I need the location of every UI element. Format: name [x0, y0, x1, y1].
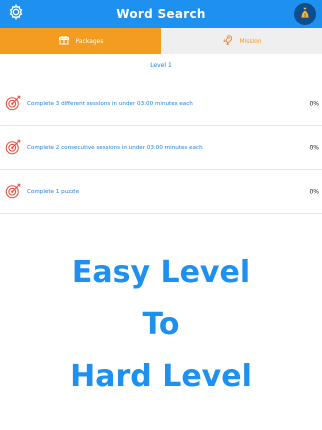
money-bag-icon: $: [298, 5, 312, 24]
tab-mission-label: Mission: [239, 37, 262, 45]
rocket-icon: [221, 34, 233, 48]
mission-item: Complete 1 puzzle 0%: [0, 170, 322, 214]
mission-item: Complete 2 consecutive sessions in under…: [0, 126, 322, 170]
mission-progress: 0%: [309, 100, 319, 107]
mission-item: Complete 3 different sessions in under 0…: [0, 82, 322, 126]
svg-text:$: $: [304, 12, 307, 17]
promo-line-2: To: [142, 307, 180, 342]
tab-packages-label: Packages: [75, 37, 104, 45]
target-icon: [4, 94, 22, 112]
mission-list: Complete 3 different sessions in under 0…: [0, 82, 322, 214]
mission-text: Complete 3 different sessions in under 0…: [27, 100, 193, 107]
top-bar: Word Search $: [0, 0, 322, 28]
target-icon: [4, 138, 22, 156]
settings-button[interactable]: [6, 3, 26, 24]
mission-text: Complete 2 consecutive sessions in under…: [27, 144, 203, 151]
mission-progress: 0%: [309, 144, 319, 151]
mission-text: Complete 1 puzzle: [27, 188, 80, 195]
gift-icon: [58, 34, 70, 48]
level-label: Level 1: [150, 62, 172, 69]
promo-line-1: Easy Level: [71, 255, 251, 290]
target-icon: [4, 182, 22, 200]
coins-button[interactable]: $: [294, 3, 316, 25]
tab-mission[interactable]: Mission: [161, 28, 322, 54]
app-title: Word Search: [116, 7, 206, 21]
tab-packages[interactable]: Packages: [0, 28, 161, 54]
gear-icon: [8, 3, 24, 24]
promo-line-3: Hard Level: [70, 359, 252, 394]
mission-progress: 0%: [309, 188, 319, 195]
tab-bar: Packages Mission: [0, 28, 322, 54]
